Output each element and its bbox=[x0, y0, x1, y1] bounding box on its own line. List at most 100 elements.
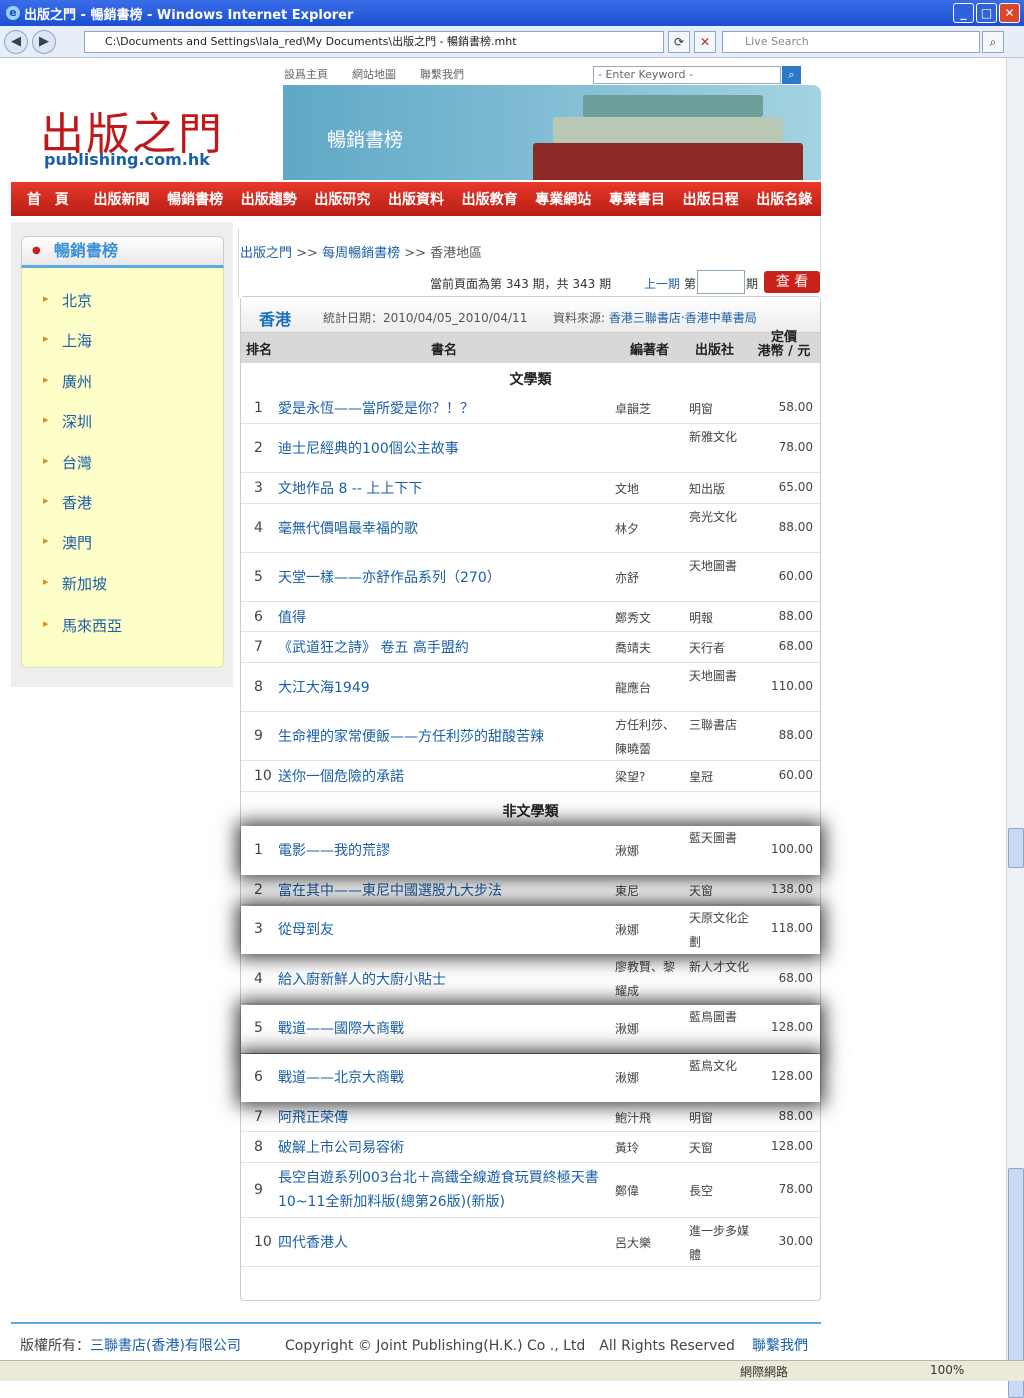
nav-trends[interactable]: 出版趨勢 bbox=[232, 189, 306, 209]
sidebar-item-shenzhen[interactable]: 深圳 bbox=[43, 411, 92, 432]
book-title-link[interactable]: 戰道——國際大商戰 bbox=[278, 1017, 608, 1041]
publisher-cell: 天地圖書 bbox=[689, 559, 738, 573]
price-cell: 68.00 bbox=[778, 970, 813, 985]
book-title-link[interactable]: 天堂一樣——亦舒作品系列（270） bbox=[278, 566, 608, 590]
book-title-link[interactable]: 富在其中——東尼中國選股九大步法 bbox=[278, 879, 608, 903]
publisher-cell: 天行者 bbox=[689, 641, 726, 655]
refresh-icon[interactable]: ⟳ bbox=[668, 31, 690, 53]
keyword-search-button[interactable]: ⌕ bbox=[782, 66, 801, 84]
book-title-link[interactable]: 文地作品 8 -- 上上下下 bbox=[278, 477, 608, 501]
copyright: Copyright © Joint Publishing(H.K.) Co .,… bbox=[285, 1338, 735, 1354]
price-cell: 100.00 bbox=[771, 841, 813, 856]
price-cell: 58.00 bbox=[778, 399, 813, 414]
book-title-link[interactable]: 阿飛正荣傳 bbox=[278, 1106, 608, 1130]
book-title-link[interactable]: 《武道狂之詩》 卷五 高手盟約 bbox=[278, 636, 608, 660]
sidebar-box bbox=[21, 236, 224, 668]
region-title: 香港 bbox=[259, 310, 292, 329]
search-icon[interactable]: ⌕ bbox=[982, 31, 1004, 53]
nav-schedule[interactable]: 出版日程 bbox=[674, 189, 748, 209]
set-homepage-link[interactable]: 設爲主頁 bbox=[284, 66, 328, 82]
sidebar-item-guangzhou[interactable]: 廣州 bbox=[43, 371, 92, 392]
literature-row: 9 生命裡的家常便飯——方任利莎的甜酸苦辣 方任利莎、陳曉蕾 三聯書店 88.00 bbox=[241, 713, 820, 761]
col-author: 編著者 bbox=[630, 343, 670, 358]
price-cell: 128.00 bbox=[771, 1139, 813, 1153]
book-title-link[interactable]: 長空自遊系列003台北＋高鐵全線遊食玩買終極天書10~11全新加料版(總第26版… bbox=[278, 1166, 608, 1214]
nav-bestsellers[interactable]: 暢銷書榜 bbox=[158, 189, 232, 209]
book-title-link[interactable]: 愛是永恆——當所愛是你？！？ bbox=[278, 397, 608, 421]
nav-education[interactable]: 出版教育 bbox=[453, 189, 527, 209]
book-title-link[interactable]: 給入廚新鮮人的大廚小貼士 bbox=[278, 968, 608, 992]
minimize-button[interactable]: _ bbox=[953, 3, 974, 23]
nav-booklist[interactable]: 專業書目 bbox=[600, 189, 674, 209]
nav-websites[interactable]: 專業網站 bbox=[526, 189, 600, 209]
literature-row: 4 毫無代價唱最幸福的歌 林夕 亮光文化 88.00 bbox=[241, 505, 820, 553]
price-cell: 110.00 bbox=[771, 679, 813, 693]
keyword-input[interactable]: - Enter Keyword - bbox=[593, 66, 781, 84]
nav-home[interactable]: 首 頁 bbox=[11, 189, 85, 209]
sidebar-item-shanghai[interactable]: 上海 bbox=[43, 330, 92, 351]
nav-directory[interactable]: 出版名錄 bbox=[747, 189, 821, 209]
nonliterature-row: 8 破解上市公司易容術 黃玲 天窗 128.00 bbox=[241, 1133, 820, 1163]
sidebar-item-hongkong[interactable]: 香港 bbox=[43, 492, 92, 513]
sidebar-item-malaysia[interactable]: 馬來西亞 bbox=[43, 615, 122, 636]
publisher-cell: 新雅文化 bbox=[689, 430, 738, 444]
nonliterature-row: 7 阿飛正荣傳 鮑汁飛 明窗 88.00 bbox=[241, 1103, 820, 1132]
book-title-link[interactable]: 送你一個危險的承諾 bbox=[278, 765, 608, 789]
book-title-link[interactable]: 生命裡的家常便飯——方任利莎的甜酸苦辣 bbox=[278, 725, 608, 749]
price-cell: 118.00 bbox=[771, 921, 813, 935]
author-cell: 湫娜 bbox=[615, 843, 640, 858]
data-source-link[interactable]: 香港三聯書店‧香港中華書局 bbox=[609, 311, 757, 325]
price-cell: 88.00 bbox=[778, 728, 813, 742]
rank-cell: 5 bbox=[254, 569, 263, 585]
book-title-link[interactable]: 戰道——北京大商戰 bbox=[278, 1066, 608, 1090]
literature-row: 3 文地作品 8 -- 上上下下 文地 知出版 65.00 bbox=[241, 474, 820, 504]
author-cell: 鮑汁飛 bbox=[615, 1110, 652, 1125]
maximize-button[interactable]: □ bbox=[976, 3, 997, 23]
nav-data[interactable]: 出版資料 bbox=[379, 189, 453, 209]
prev-period-link[interactable]: 上一期 bbox=[644, 275, 680, 292]
ie-icon: e bbox=[6, 6, 20, 20]
book-title-link[interactable]: 值得 bbox=[278, 606, 608, 630]
back-button[interactable]: ◀ bbox=[4, 29, 28, 54]
literature-row: 6 值得 鄭秀文 明報 88.00 bbox=[241, 603, 820, 632]
sidebar-item-taiwan[interactable]: 台灣 bbox=[43, 452, 92, 473]
sitemap-link[interactable]: 網站地圖 bbox=[352, 66, 396, 82]
nav-news[interactable]: 出版新聞 bbox=[85, 189, 159, 209]
contact-link[interactable]: 聯繫我們 bbox=[420, 66, 464, 82]
stop-icon[interactable]: ✕ bbox=[694, 31, 716, 53]
book-title-link[interactable]: 迪士尼經典的100個公主故事 bbox=[278, 437, 608, 461]
book-title-link[interactable]: 毫無代價唱最幸福的歌 bbox=[278, 517, 608, 541]
period-input[interactable] bbox=[697, 270, 745, 294]
owner-label: 版權所有： bbox=[20, 1338, 90, 1354]
nav-research[interactable]: 出版研究 bbox=[306, 189, 380, 209]
nonliterature-row: 5 戰道——國際大商戰 湫娜 藍鳥圖書 128.00 bbox=[241, 1005, 820, 1053]
breadcrumb-home[interactable]: 出版之門 bbox=[240, 246, 292, 261]
breadcrumb-weekly[interactable]: 每周暢銷書榜 bbox=[322, 246, 400, 261]
scrollbar[interactable] bbox=[1006, 58, 1024, 1398]
live-search-input[interactable]: Live Search bbox=[722, 31, 980, 53]
breadcrumb-current: 香港地區 bbox=[430, 246, 483, 261]
owner-link[interactable]: 三聯書店(香港)有限公司 bbox=[90, 1338, 241, 1354]
book-title-link[interactable]: 電影——我的荒謬 bbox=[278, 839, 608, 863]
sidebar-item-beijing[interactable]: 北京 bbox=[43, 290, 92, 311]
view-button[interactable]: 查 看 bbox=[764, 271, 820, 293]
footer-contact-link[interactable]: 聯繫我們 bbox=[752, 1335, 808, 1355]
publisher-cell: 亮光文化 bbox=[689, 510, 738, 524]
close-button[interactable]: ✕ bbox=[999, 3, 1020, 23]
author-cell: 龍應台 bbox=[615, 681, 652, 695]
sidebar-item-macau[interactable]: 澳門 bbox=[43, 532, 92, 553]
author-cell: 鄭秀文 bbox=[615, 610, 652, 625]
book-title-link[interactable]: 四代香港人 bbox=[278, 1231, 608, 1255]
book-title-link[interactable]: 從母到友 bbox=[278, 918, 608, 942]
literature-row: 5 天堂一樣——亦舒作品系列（270） 亦舒 天地圖書 60.00 bbox=[241, 554, 820, 602]
zoom-level[interactable]: 100% bbox=[930, 1363, 964, 1377]
price-cell: 138.00 bbox=[771, 881, 813, 896]
author-cell: 卓韻芝 bbox=[615, 401, 652, 416]
price-cell: 30.00 bbox=[778, 1234, 813, 1248]
url-input[interactable]: C:\Documents and Settings\lala_red\My Do… bbox=[84, 31, 664, 53]
book-title-link[interactable]: 大江大海1949 bbox=[278, 676, 608, 700]
author-cell: 呂大樂 bbox=[615, 1236, 652, 1250]
sidebar-item-singapore[interactable]: 新加坡 bbox=[43, 573, 107, 594]
forward-button[interactable]: ▶ bbox=[32, 29, 56, 54]
book-title-link[interactable]: 破解上市公司易容術 bbox=[278, 1136, 608, 1160]
